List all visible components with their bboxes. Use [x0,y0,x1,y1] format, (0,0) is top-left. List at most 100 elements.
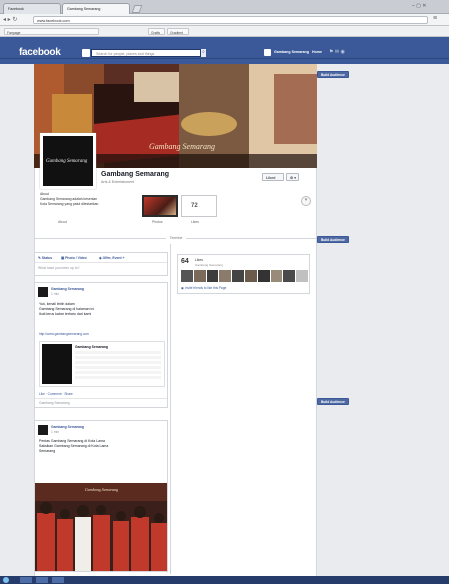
likes-count: 72 [191,203,198,209]
about-tab-label[interactable]: About [58,220,67,224]
fb-blue-bar [0,45,449,59]
browser-tab-bar: Facebook Gambang Semarang ‒ ▢ ✕ [0,0,449,14]
likes-tab-label[interactable]: Likes [191,220,199,224]
avatar[interactable] [244,270,257,282]
cover-title-text: Gambang Semarang [149,142,215,151]
about-line: Kota Semarang yang patut dilestarikan [40,202,99,206]
page-category: Arts & Entertainment [101,180,135,184]
post-photo[interactable]: Gambang Semarang [35,483,167,571]
bookmark-item[interactable]: Grafis [148,28,165,35]
os-taskbar [0,576,449,584]
avatar[interactable] [270,270,283,282]
bookmark-label: Gradient [170,30,184,35]
post-time[interactable]: 1 min [51,430,59,434]
post-author-name[interactable]: Gambang Semarang [51,287,84,291]
user-avatar[interactable] [264,49,271,56]
profile-picture[interactable]: Gambang Semarang [40,133,96,189]
avatar[interactable] [206,270,219,282]
link-preview-description [75,351,161,379]
like-button-label: Liked [266,175,276,180]
url-field[interactable]: www.facebook.com [33,16,428,24]
start-icon[interactable] [3,577,9,583]
avatar[interactable] [181,270,193,282]
button-label: Build Audience [321,238,345,242]
button-label: Build Audience [321,73,345,77]
bookmark-label: Fanpage [7,30,21,35]
url-text: www.facebook.com [37,18,70,23]
post-link-url[interactable]: http://www.gambangsemarang.com [39,332,89,336]
address-bar-row: ◂ ▸ ↻ www.facebook.com ≡ [0,14,449,26]
like-button[interactable]: Liked [262,173,284,181]
avatar[interactable] [283,270,296,282]
liker-avatars [181,270,308,282]
post-text-line: Semarang [39,449,56,453]
bookmarks-bar: Fanpage Grafis Gradient [0,26,449,37]
button-label: Build Audience [321,400,345,404]
invite-friends-link[interactable]: ▣ Invite friends to like this Page [181,286,226,290]
photos-thumbnail[interactable] [142,195,178,217]
search-placeholder: Search for people, places and things [96,51,155,56]
composer-tab-label: Photo / Video [65,256,87,260]
more-button[interactable]: ⚙ ▾ [286,173,299,181]
back-forward-icon[interactable]: ◂ ▸ ↻ [3,16,17,23]
post-author-avatar[interactable] [38,287,48,297]
new-tab-button[interactable] [131,5,143,13]
likes-box: 64 Likes Gambang Semarang ▣ Invite frien… [177,254,310,294]
avatar[interactable] [193,270,206,282]
page-avatar-icon[interactable] [82,49,90,57]
search-icon[interactable]: ⌕ [200,49,206,57]
composer-input[interactable]: What have you been up to? [38,266,79,270]
timeline-label: Timeline [166,236,186,241]
notification-icons[interactable]: ⚑ ✉ ◉ [329,49,345,55]
composer-tab-label: Offer, Event + [102,256,125,260]
page-title[interactable]: Gambang Semarang [101,171,169,178]
post-photo-art [35,483,167,571]
composer-tab-label: Status [41,256,53,260]
link-preview-image [42,344,72,384]
build-audience-button[interactable]: Build Audience [317,71,349,78]
chevron-down-icon[interactable]: ▾ [301,196,311,206]
post-divider [35,398,167,399]
facebook-logo[interactable]: facebook [19,47,61,58]
post-actions[interactable]: Like · Comment · Share [39,392,73,396]
build-audience-button[interactable]: Build Audience [317,236,349,243]
tab-title: Gambang Semarang [67,7,101,11]
profile-picture-text: Gambang Semarang [46,159,88,164]
user-name-link[interactable]: Gambang Semarang [274,50,309,54]
avatar[interactable] [296,270,308,282]
post-footer: Gambang Semarang [39,401,70,405]
search-input[interactable]: Search for people, places and things [91,49,206,57]
build-audience-button[interactable]: Build Audience [317,398,349,405]
photos-tab-label[interactable]: Photos [152,220,163,224]
bookmark-label: Grafis [151,30,161,35]
composer-tab-offer[interactable]: ◈ Offer, Event + [99,256,125,260]
browser-tab-active[interactable]: Gambang Semarang [62,3,130,14]
bookmark-item[interactable]: Fanpage [4,28,99,35]
bookmark-item[interactable]: Gradient [167,28,189,35]
post-author-name[interactable]: Gambang Semarang [51,425,84,429]
composer-tab-status[interactable]: ✎ Status [38,256,52,260]
post-text: Yuk, kenali lebih dalam Gambang Semarang… [39,302,165,317]
timeline-spine [170,244,171,574]
menu-icon[interactable]: ≡ [433,15,437,22]
about-section: About Gambang Semarang adalah kesenian K… [40,192,137,219]
post-time[interactable]: 1 min [51,292,59,296]
link-preview-title: Gambang Semarang [75,345,108,349]
taskbar-app-icon[interactable] [52,577,64,583]
likes-box-count: 64 [181,258,189,265]
photo-caption: Gambang Semarang [85,487,118,492]
taskbar-app-icon[interactable] [36,577,48,583]
taskbar-app-icon[interactable] [20,577,32,583]
avatar[interactable] [257,270,270,282]
likes-thumbnail[interactable]: 72 [181,195,217,217]
link-preview-card[interactable]: Gambang Semarang [39,341,165,387]
timeline-post: Gambang Semarang 1 min Pentas Gambang Se… [34,420,168,572]
browser-tab[interactable]: Facebook [3,3,61,14]
post-author-avatar[interactable] [38,425,48,435]
avatar[interactable] [219,270,232,282]
window-controls-icon[interactable]: ‒ ▢ ✕ [412,3,426,9]
composer-tab-photo[interactable]: ▣ Photo / Video [61,256,87,260]
home-link[interactable]: Home [312,50,322,54]
invite-friends-label: Invite friends to like this Page [184,286,227,290]
avatar[interactable] [232,270,244,282]
